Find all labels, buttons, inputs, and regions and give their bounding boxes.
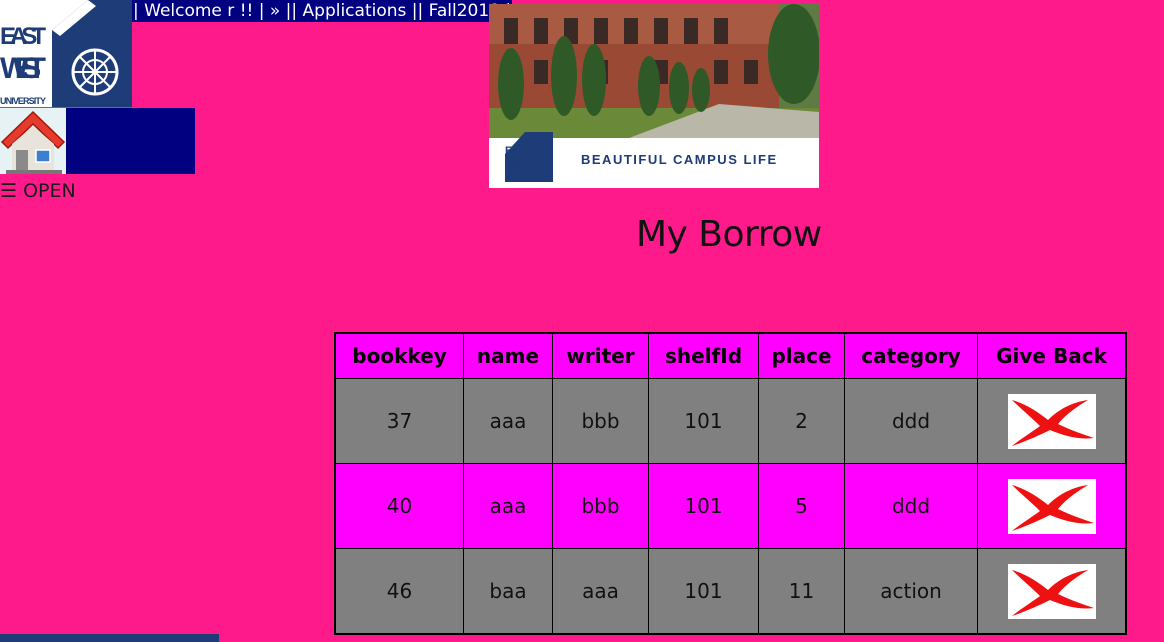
col-header-name: name <box>463 332 553 379</box>
cell-writer: bbb <box>552 378 649 464</box>
cell-shelfid: 101 <box>648 378 759 464</box>
svg-text:WEST: WEST <box>0 52 46 85</box>
col-header-bookkey: bookkey <box>334 332 464 379</box>
cell-category: ddd <box>844 463 978 549</box>
cell-shelfid: 101 <box>648 548 759 635</box>
svg-text:WEST: WEST <box>505 156 543 171</box>
ewu-logo-icon: EAST WEST UNIVERSITY <box>0 0 132 107</box>
welcome-bar: | Welcome r !! | » || Applications || Fa… <box>132 0 513 22</box>
col-header-category: category <box>844 332 978 379</box>
table-row: 46 baa aaa 101 11 action <box>334 548 1127 635</box>
cell-give-back <box>977 548 1127 635</box>
cell-name: aaa <box>463 378 553 464</box>
cell-writer: bbb <box>552 463 649 549</box>
give-back-button[interactable] <box>1007 563 1096 619</box>
cell-bookkey: 40 <box>334 463 464 549</box>
table-header-row: bookkey name writer shelfId place catego… <box>334 332 1127 379</box>
open-menu-button[interactable]: ☰ OPEN <box>0 179 76 203</box>
table-row: 37 aaa bbb 101 2 ddd <box>334 378 1127 464</box>
cell-give-back <box>977 378 1127 464</box>
page-title: My Borrow <box>636 214 822 255</box>
cell-category: action <box>844 548 978 635</box>
university-logo[interactable]: EAST WEST UNIVERSITY <box>0 0 132 107</box>
cell-place: 2 <box>758 378 845 464</box>
give-back-button[interactable] <box>1007 393 1096 449</box>
col-header-writer: writer <box>552 332 649 379</box>
cell-name: baa <box>463 548 553 635</box>
welcome-text[interactable]: | Welcome r !! | » || Applications || Fa… <box>133 1 511 21</box>
table-row: 40 aaa bbb 101 5 ddd <box>334 463 1127 549</box>
cell-bookkey: 37 <box>334 378 464 464</box>
delete-x-icon <box>1007 563 1096 619</box>
footer-logo-strip <box>0 634 219 642</box>
svg-text:EAST: EAST <box>0 23 46 50</box>
home-icon <box>0 108 66 174</box>
cell-shelfid: 101 <box>648 463 759 549</box>
give-back-button[interactable] <box>1007 478 1096 534</box>
cell-bookkey: 46 <box>334 548 464 635</box>
cell-place: 5 <box>758 463 845 549</box>
svg-text:UNIVERSITY: UNIVERSITY <box>0 96 46 106</box>
borrow-table: bookkey name writer shelfId place catego… <box>334 332 1127 635</box>
campus-banner-image: EAST WEST BEAUTIFUL CAMPUS LIFE <box>489 4 819 188</box>
delete-x-icon <box>1007 478 1096 534</box>
home-button[interactable] <box>0 108 66 174</box>
cell-name: aaa <box>463 463 553 549</box>
cell-give-back <box>977 463 1127 549</box>
col-header-give-back: Give Back <box>977 332 1127 379</box>
cell-writer: aaa <box>552 548 649 635</box>
cell-place: 11 <box>758 548 845 635</box>
cell-category: ddd <box>844 378 978 464</box>
delete-x-icon <box>1007 393 1096 449</box>
col-header-shelfid: shelfId <box>648 332 759 379</box>
banner-caption: BEAUTIFUL CAMPUS LIFE <box>581 152 778 167</box>
home-nav <box>0 108 195 174</box>
col-header-place: place <box>758 332 845 379</box>
